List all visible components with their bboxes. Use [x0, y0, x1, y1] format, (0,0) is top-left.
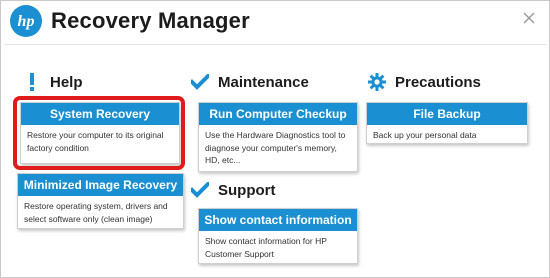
minimized-image-recovery-description: Restore operating system, drivers and se…: [24, 201, 168, 224]
show-contact-information-tile[interactable]: Show contact information Show contact in…: [198, 208, 358, 264]
section-maintenance-label: Maintenance: [218, 73, 309, 91]
gear-icon: [367, 72, 387, 92]
section-support: Support: [190, 178, 276, 202]
checkmark-icon: [190, 72, 210, 92]
hp-logo-text: hp: [18, 13, 35, 30]
file-backup-tile[interactable]: File Backup Back up your personal data: [366, 102, 528, 144]
section-help-label: Help: [50, 73, 83, 91]
show-contact-information-description: Show contact information for HP Customer…: [205, 236, 327, 259]
section-support-label: Support: [218, 181, 276, 199]
exclamation-icon: [22, 72, 42, 92]
minimized-image-recovery-title: Minimized Image Recovery: [18, 174, 183, 196]
file-backup-title: File Backup: [367, 103, 527, 125]
checkmark-icon: [190, 180, 210, 200]
title-bar: hp Recovery Manager: [0, 0, 550, 42]
section-precautions: Precautions: [367, 70, 481, 94]
run-computer-checkup-tile[interactable]: Run Computer Checkup Use the Hardware Di…: [198, 102, 358, 172]
system-recovery-description: Restore your computer to its original fa…: [27, 130, 164, 153]
file-backup-description: Back up your personal data: [373, 130, 477, 140]
system-recovery-title: System Recovery: [21, 103, 179, 125]
title-separator: [4, 44, 546, 45]
run-computer-checkup-description: Use the Hardware Diagnostics tool to dia…: [205, 130, 346, 165]
section-maintenance: Maintenance: [190, 70, 309, 94]
system-recovery-tile[interactable]: System Recovery Restore your computer to…: [20, 102, 180, 164]
show-contact-information-title: Show contact information: [199, 209, 357, 231]
hp-logo-mark: hp: [18, 13, 35, 30]
run-computer-checkup-title: Run Computer Checkup: [199, 103, 357, 125]
app-title: Recovery Manager: [51, 8, 250, 33]
close-icon: [523, 12, 535, 24]
minimized-image-recovery-tile[interactable]: Minimized Image Recovery Restore operati…: [17, 173, 184, 229]
close-button[interactable]: [520, 9, 538, 27]
section-precautions-label: Precautions: [395, 73, 481, 91]
hp-logo: hp: [10, 5, 42, 37]
section-help: Help: [22, 70, 83, 94]
